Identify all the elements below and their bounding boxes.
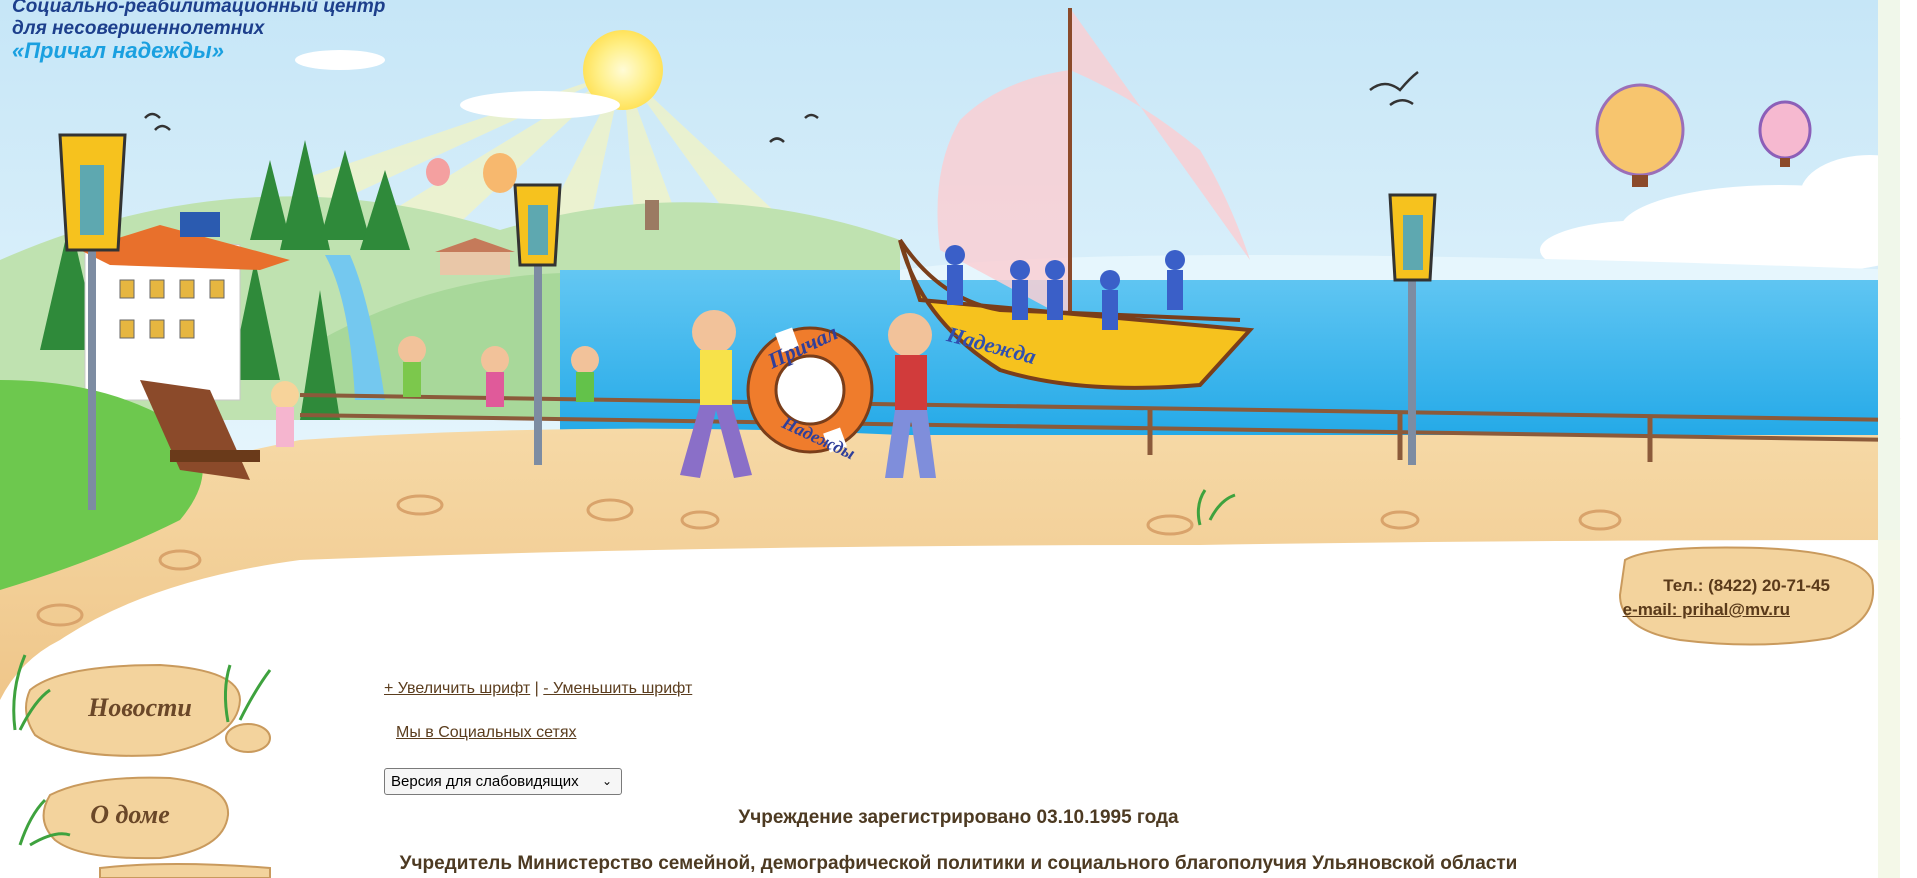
font-controls-separator: | <box>534 680 539 697</box>
nav-news[interactable]: Новости <box>80 693 200 723</box>
site-title: Социально-реабилитационный центр для нес… <box>12 0 385 62</box>
increase-font-link[interactable]: + Увеличить шрифт <box>384 680 530 697</box>
chevron-down-icon: ⌄ <box>601 774 612 788</box>
email-link[interactable]: e-mail: prihal@mv.ru <box>1620 598 1852 622</box>
beach <box>0 428 1900 700</box>
font-controls: + Увеличить шрифт | - Уменьшить шрифт <box>384 680 692 698</box>
version-select-value: Версия для слабовидящих <box>391 773 579 790</box>
phone-text: Тел.: (8422) 20-71-45 <box>1663 576 1830 595</box>
site-title-line2: для несовершеннолетних <box>12 18 265 39</box>
contacts-block: Тел.: (8422) 20-71-45 e-mail: prihal@mv.… <box>1620 566 1852 642</box>
accessibility-version-select[interactable]: Версия для слабовидящих ⌄ <box>384 768 622 795</box>
site-brand-name: «Причал надежды» <box>12 38 224 63</box>
decrease-font-link[interactable]: - Уменьшить шрифт <box>543 680 692 697</box>
header-illustration: Причал Надежды Надежда <box>0 0 1917 878</box>
site-title-line1: Социально-реабилитационный центр <box>12 0 386 17</box>
registration-text: Учреждение зарегистрировано 03.10.1995 г… <box>738 807 1179 828</box>
founder-text: Учредитель Министерство семейной, демогр… <box>399 853 1518 874</box>
social-networks-link[interactable]: Мы в Социальных сетях <box>396 724 576 742</box>
